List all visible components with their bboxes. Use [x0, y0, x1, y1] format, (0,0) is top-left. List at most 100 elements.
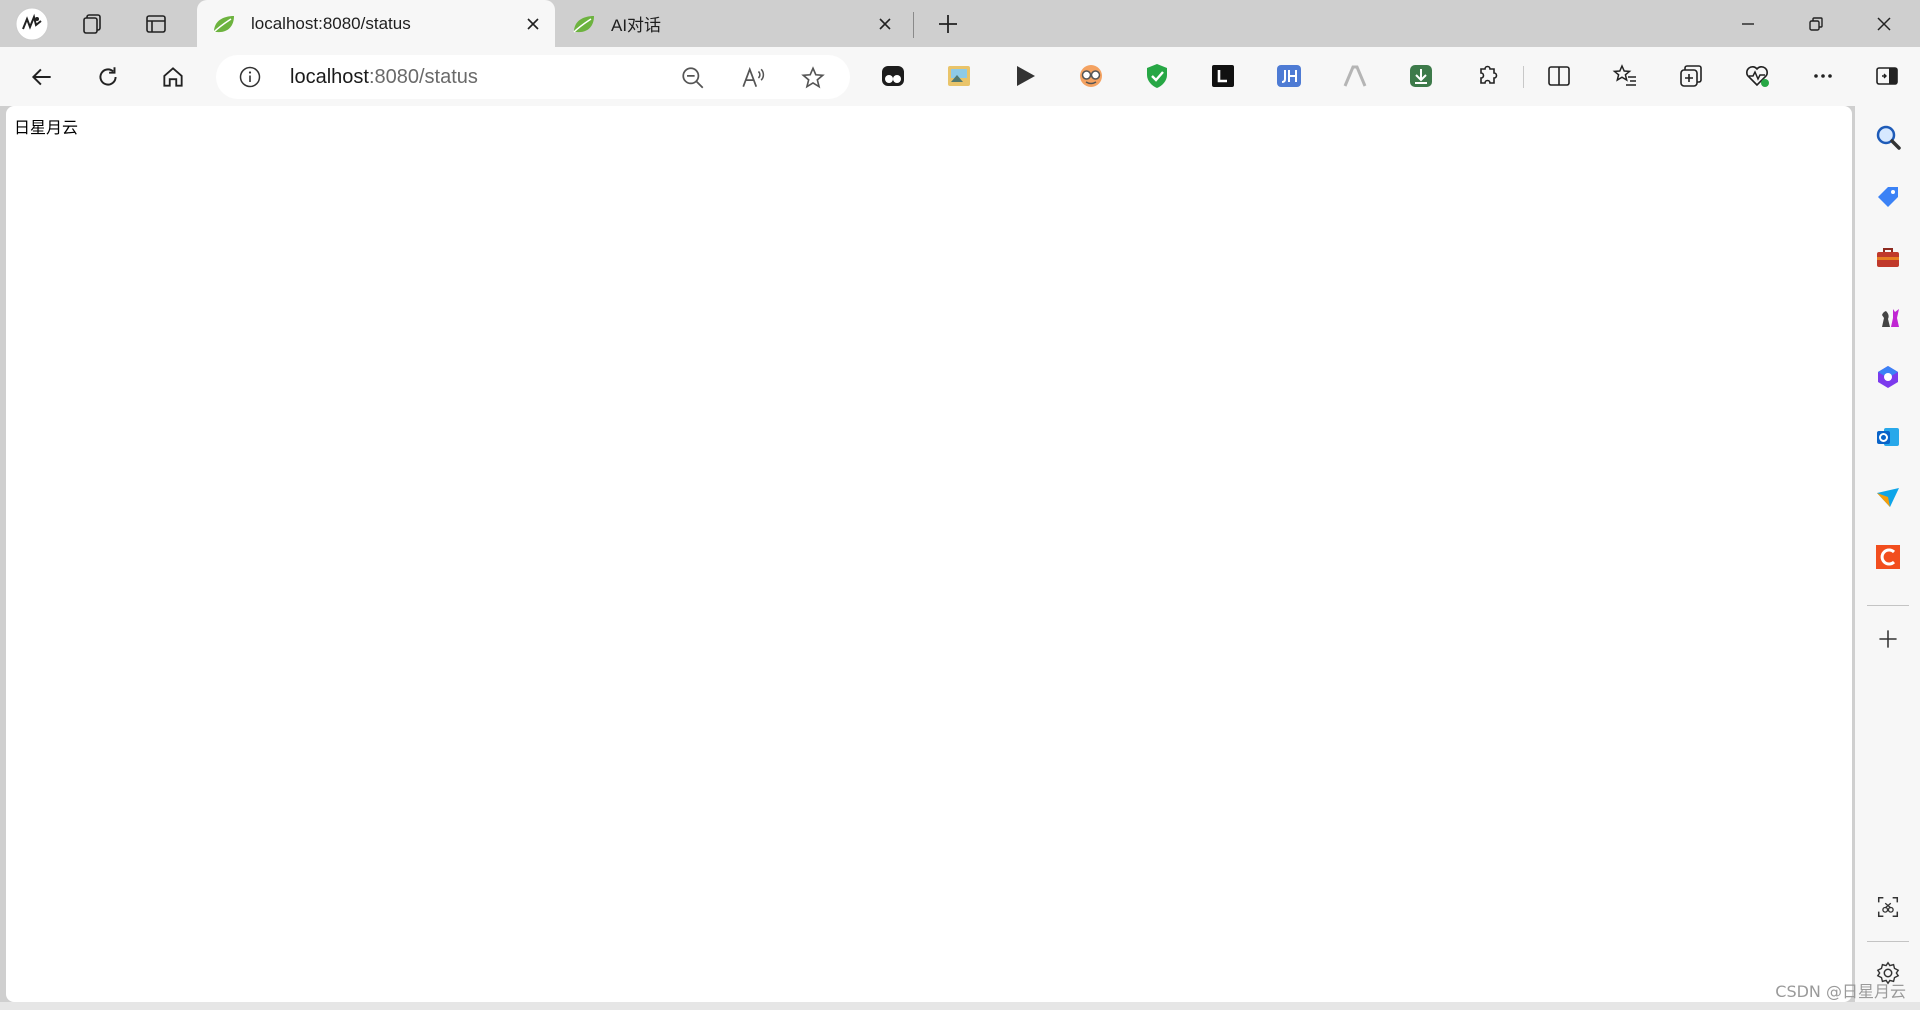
l-extension-button[interactable]	[1209, 62, 1237, 90]
jh-extension-button[interactable]	[1275, 62, 1303, 90]
address-bar[interactable]: localhost:8080/status	[216, 55, 850, 99]
url-text[interactable]: localhost:8080/status	[290, 55, 478, 99]
sidebar-separator	[1867, 605, 1909, 606]
download-extension-button[interactable]	[1407, 62, 1435, 90]
sidebar-outlook-button[interactable]	[1871, 420, 1905, 454]
home-icon	[163, 67, 183, 87]
close-icon	[527, 17, 539, 30]
refresh-icon	[99, 67, 117, 86]
glasses-face-icon	[1080, 65, 1102, 87]
plus-icon	[1879, 630, 1897, 648]
navigation-toolbar: localhost:8080/status	[0, 47, 1920, 106]
edge-sidebar	[1855, 106, 1920, 1010]
screenshot-icon	[1877, 896, 1899, 918]
download-extension-icon	[1410, 65, 1432, 87]
tab-separator	[913, 12, 914, 38]
chess-icon	[1880, 309, 1899, 327]
watermark-text: CSDN @日星月云	[1775, 982, 1906, 1001]
workspaces-icon	[83, 14, 101, 34]
tag-icon	[1878, 187, 1898, 207]
restore-icon	[1809, 16, 1823, 31]
zoom-out-icon[interactable]	[680, 65, 706, 91]
minimize-button[interactable]	[1714, 0, 1782, 47]
back-button[interactable]	[22, 57, 62, 97]
send-icon	[1877, 488, 1899, 507]
more-menu-button[interactable]	[1809, 62, 1837, 90]
jh-extension-icon	[1277, 65, 1301, 87]
favorites-button[interactable]	[1611, 62, 1639, 90]
workspaces-button[interactable]	[72, 7, 112, 41]
toolbox-icon	[1877, 248, 1899, 267]
bear-extension-button[interactable]	[879, 62, 907, 90]
tab-close-button[interactable]	[519, 10, 547, 38]
heart-pulse-icon	[1746, 66, 1769, 87]
sidebar-tools-button[interactable]	[1871, 240, 1905, 274]
puzzle-icon	[1480, 65, 1498, 84]
browser-essentials-button[interactable]	[1743, 62, 1771, 90]
shield-check-icon	[1147, 64, 1167, 88]
c-app-icon	[1876, 545, 1900, 569]
a-extension-icon	[1343, 65, 1367, 87]
face-extension-button[interactable]	[1077, 62, 1105, 90]
refresh-button[interactable]	[88, 57, 128, 97]
outlook-icon	[1877, 428, 1899, 446]
more-icon	[1814, 74, 1832, 78]
close-icon	[1877, 16, 1891, 31]
sidebar-add-button[interactable]	[1871, 622, 1905, 656]
play-extension-button[interactable]	[1011, 62, 1039, 90]
favorite-star-icon[interactable]	[800, 65, 826, 91]
sidebar-separator	[1867, 941, 1909, 942]
window-bottom-edge	[0, 1002, 1920, 1010]
bear-icon	[882, 66, 904, 86]
tab-title: localhost:8080/status	[251, 13, 411, 33]
page-viewport: 日星月云	[6, 106, 1852, 1002]
minimize-icon	[1742, 22, 1754, 25]
collections-button[interactable]	[1677, 62, 1705, 90]
tab-title: AI对话	[611, 16, 662, 35]
sidebar-games-button[interactable]	[1871, 300, 1905, 334]
arrow-left-icon	[31, 68, 51, 86]
microsoft365-icon	[1878, 366, 1898, 388]
sidebar-toggle-button[interactable]	[1873, 62, 1901, 90]
shield-extension-button[interactable]	[1143, 62, 1171, 90]
sidebar-screenshot-button[interactable]	[1871, 890, 1905, 924]
sidebar-toggle-icon	[1876, 67, 1898, 85]
vertical-tabs-button[interactable]	[136, 7, 176, 41]
image-extension-icon	[948, 66, 970, 86]
favorites-list-icon	[1612, 64, 1636, 86]
plus-icon	[939, 15, 957, 33]
read-aloud-icon[interactable]	[740, 65, 766, 91]
sidebar-c-app-button[interactable]	[1871, 540, 1905, 574]
split-screen-button[interactable]	[1545, 62, 1573, 90]
image-extension-button[interactable]	[945, 62, 973, 90]
title-bar: localhost:8080/status AI对话	[0, 0, 1920, 47]
spring-leaf-icon	[213, 15, 234, 33]
close-window-button[interactable]	[1850, 0, 1918, 47]
url-path: :8080/status	[368, 66, 478, 88]
extensions-button[interactable]	[1473, 62, 1501, 90]
close-icon	[879, 17, 891, 30]
site-info-icon[interactable]	[238, 65, 262, 89]
sidebar-shopping-button[interactable]	[1871, 180, 1905, 214]
a-extension-button[interactable]	[1341, 62, 1369, 90]
sidebar-send-button[interactable]	[1871, 480, 1905, 514]
split-screen-icon	[1548, 66, 1570, 86]
tab-close-button[interactable]	[871, 10, 899, 38]
tab-ai-chat[interactable]: AI对话	[557, 0, 907, 47]
sidebar-microsoft365-button[interactable]	[1871, 360, 1905, 394]
tab-actions-icon	[146, 15, 166, 33]
sidebar-search-button[interactable]	[1871, 120, 1905, 154]
play-icon	[1017, 66, 1035, 86]
tab-status[interactable]: localhost:8080/status	[197, 0, 555, 47]
home-button[interactable]	[153, 57, 193, 97]
collections-icon	[1680, 65, 1702, 87]
l-extension-icon	[1212, 65, 1234, 87]
profile-icon	[15, 7, 49, 41]
search-icon	[1876, 125, 1901, 150]
page-body-text: 日星月云	[14, 118, 79, 137]
restore-button[interactable]	[1782, 0, 1850, 47]
toolbar-separator	[1523, 66, 1524, 88]
url-host: localhost	[290, 66, 369, 88]
new-tab-button[interactable]	[928, 7, 968, 41]
profile-avatar[interactable]	[12, 7, 52, 41]
